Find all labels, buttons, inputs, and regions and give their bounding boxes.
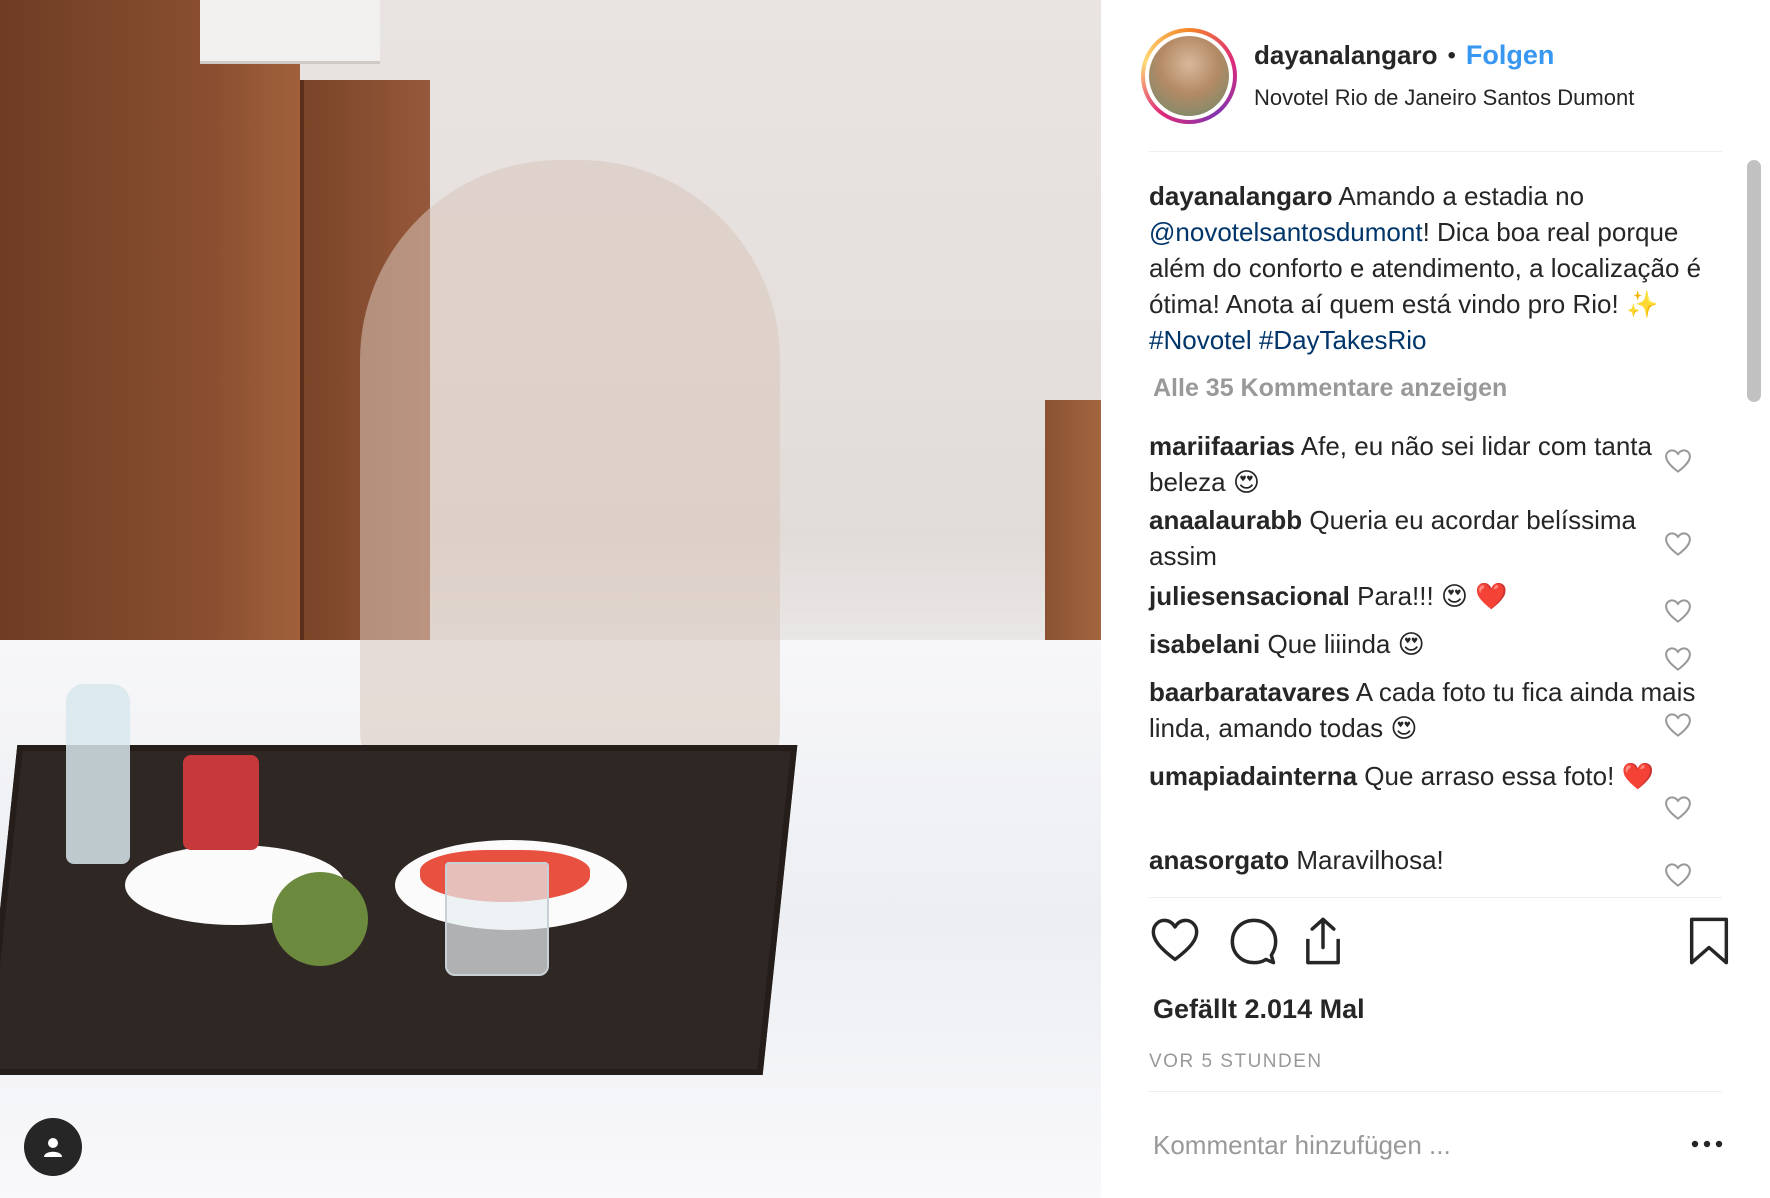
comment: anaalaurabb Queria eu acordar belíssima … — [1149, 502, 1709, 574]
user-tag-icon — [44, 1138, 62, 1157]
caption-mention[interactable]: @novotelsantosdumont — [1149, 217, 1423, 247]
comment-like-heart-icon[interactable] — [1663, 529, 1693, 559]
caption-text: Amando a estadia no — [1338, 181, 1585, 211]
comment-username[interactable]: baarbaratavares — [1149, 677, 1350, 707]
comment-username[interactable]: juliesensacional — [1149, 581, 1350, 611]
likes-count[interactable]: Gefällt 2.014 Mal — [1153, 994, 1365, 1025]
avatar[interactable] — [1149, 36, 1229, 116]
caption-username[interactable]: dayanalangaro — [1149, 181, 1333, 211]
post-caption: dayanalangaro Amando a estadia no @novot… — [1149, 178, 1709, 358]
comment: baarbaratavares A cada foto tu fica aind… — [1149, 674, 1709, 746]
story-ring[interactable] — [1141, 28, 1237, 124]
bookmark-icon[interactable] — [1683, 915, 1735, 967]
comment-username[interactable]: mariifaarias — [1149, 431, 1295, 461]
user-tag-button[interactable] — [24, 1118, 82, 1176]
share-icon[interactable] — [1297, 915, 1349, 967]
caption-hashtag[interactable]: #Novotel — [1149, 325, 1252, 355]
comment-like-heart-icon[interactable] — [1663, 793, 1693, 823]
post-timestamp[interactable]: VOR 5 STUNDEN — [1149, 1051, 1323, 1073]
comments-scrollbar-thumb[interactable] — [1747, 160, 1761, 402]
caption-hashtag[interactable]: #DayTakesRio — [1259, 325, 1427, 355]
post-side-panel: dayanalangaro • Folgen Novotel Rio de Ja… — [1101, 0, 1770, 1198]
photo-water-bottle — [66, 684, 130, 864]
photo-glass — [445, 862, 549, 976]
photo-headboard — [1045, 400, 1101, 640]
comment: umapiadainterna Que arraso essa foto! ❤️ — [1149, 758, 1709, 794]
comment-username[interactable]: umapiadainterna — [1149, 761, 1357, 791]
view-all-comments-link[interactable]: Alle 35 Kommentare anzeigen — [1153, 374, 1507, 403]
comment-username[interactable]: anasorgato — [1149, 845, 1289, 875]
photo-snack-can — [183, 755, 259, 850]
separator-dot: • — [1447, 41, 1456, 69]
location-link[interactable]: Novotel Rio de Janeiro Santos Dumont — [1254, 85, 1634, 111]
add-comment-input[interactable] — [1153, 1125, 1603, 1165]
comment: juliesensacional Para!!! 😍 ❤️ — [1149, 578, 1709, 614]
post-photo[interactable] — [0, 0, 1101, 1198]
heart-icon[interactable] — [1149, 915, 1201, 967]
more-options-icon[interactable] — [1687, 1126, 1727, 1162]
post-header: dayanalangaro • Folgen Novotel Rio de Ja… — [1101, 0, 1770, 152]
comment-text: Para!!! 😍 ❤️ — [1357, 581, 1508, 611]
comment-like-heart-icon[interactable] — [1663, 446, 1693, 476]
header-username[interactable]: dayanalangaro — [1254, 40, 1438, 71]
comment: anasorgato Maravilhosa! — [1149, 842, 1709, 878]
photo-person-placeholder — [360, 160, 780, 820]
actions-divider — [1149, 897, 1722, 898]
comment-username[interactable]: anaalaurabb — [1149, 505, 1302, 535]
comment-like-heart-icon[interactable] — [1663, 860, 1693, 890]
comment-bubble-icon[interactable] — [1228, 915, 1280, 967]
comment-like-heart-icon[interactable] — [1663, 644, 1693, 674]
comments-list[interactable]: dayanalangaro Amando a estadia no @novot… — [1101, 152, 1770, 897]
photo-air-conditioner — [200, 0, 380, 64]
comment-text: Maravilhosa! — [1296, 845, 1444, 875]
comment-like-heart-icon[interactable] — [1663, 710, 1693, 740]
comment-text: Que arraso essa foto! ❤️ — [1364, 761, 1654, 791]
comment-input-divider — [1149, 1091, 1722, 1092]
comment-like-heart-icon[interactable] — [1663, 596, 1693, 626]
header-username-row: dayanalangaro • Folgen — [1254, 40, 1554, 71]
comment-username[interactable]: isabelani — [1149, 629, 1260, 659]
comment: isabelani Que liiinda 😍 — [1149, 626, 1709, 662]
post-actions — [1149, 915, 1729, 975]
photo-apple — [272, 872, 368, 966]
follow-button[interactable]: Folgen — [1466, 40, 1555, 71]
comment: mariifaarias Afe, eu não sei lidar com t… — [1149, 428, 1709, 500]
photo-wall-cabinet — [0, 0, 300, 700]
comment-text: Que liiinda 😍 — [1267, 629, 1425, 659]
